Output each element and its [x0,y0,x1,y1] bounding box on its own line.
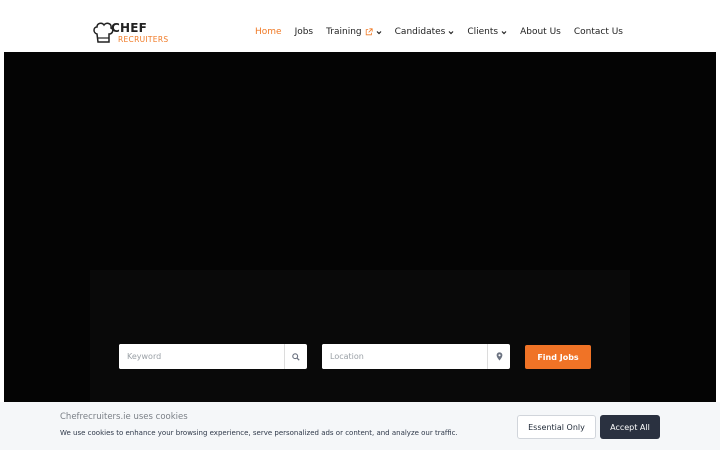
logo-text-chef: CHEF [111,21,148,35]
chef-recruiters-logo[interactable]: CHEF RECRUITERS [92,20,168,48]
nav-about-us[interactable]: About Us [520,27,561,37]
chevron-down-icon [376,30,382,34]
keyword-input[interactable] [119,344,284,369]
nav-home-label: Home [254,27,282,37]
main-nav: Home Jobs Training Candidates Clients Ab… [242,27,623,37]
location-search-box [322,344,510,369]
find-jobs-button[interactable]: Find Jobs [525,345,591,369]
nav-jobs[interactable]: Jobs [295,27,314,37]
keyword-search-box [119,344,307,369]
logo-text-recruiters: RECRUITERS [118,35,169,44]
chevron-down-icon [501,30,507,34]
external-link-icon [365,28,373,36]
nav-clients-label: Clients [467,27,499,37]
search-panel [90,270,630,402]
nav-training[interactable]: Training [326,27,382,37]
nav-home[interactable]: Home [255,27,282,37]
location-icon-cell[interactable] [487,344,510,369]
cookie-text: We use cookies to enhance your browsing … [60,429,458,437]
essential-only-button[interactable]: Essential Only [517,415,596,439]
cookie-banner: Chefrecruiters.ie uses cookies We use co… [0,402,720,450]
nav-candidates-label: Candidates [394,27,446,37]
nav-jobs-label: Jobs [294,27,314,37]
nav-clients[interactable]: Clients [467,27,507,37]
nav-candidates[interactable]: Candidates [395,27,455,37]
nav-about-us-label: About Us [520,27,561,37]
nav-contact-us[interactable]: Contact Us [574,27,623,37]
map-pin-icon [496,352,502,361]
keyword-icon-cell[interactable] [284,344,307,369]
site-header: CHEF RECRUITERS Home Jobs Training Candi… [0,0,720,52]
cookie-title: Chefrecruiters.ie uses cookies [60,412,188,422]
nav-training-label: Training [326,27,362,37]
search-icon [292,352,300,361]
location-input[interactable] [322,344,487,369]
chevron-down-icon [448,30,454,34]
nav-contact-us-label: Contact Us [573,27,623,37]
accept-all-button[interactable]: Accept All [600,415,660,439]
